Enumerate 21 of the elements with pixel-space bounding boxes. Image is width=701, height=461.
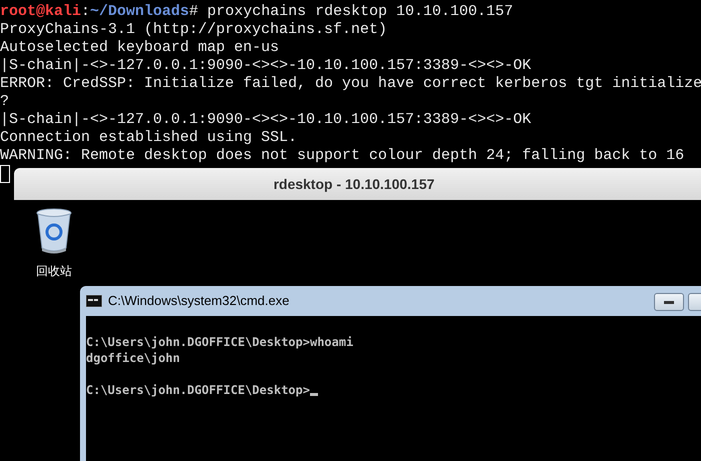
console-line: dgoffice\john xyxy=(86,350,180,366)
terminal-line: WARNING: Remote desktop does not support colour depth 24; falling back to 16 xyxy=(0,147,686,165)
desktop-icon-label: 回收站 xyxy=(36,263,72,280)
console-line: C:\Users\john.DGOFFICE\Desktop>whoami xyxy=(86,334,354,350)
minimize-icon xyxy=(664,300,674,304)
window-title: rdesktop - 10.10.100.157 xyxy=(273,174,435,194)
cmd-window-title: C:\Windows\system32\cmd.exe xyxy=(108,292,290,310)
minimize-button[interactable] xyxy=(654,293,684,311)
terminal-line: ProxyChains-3.1 (http://proxychains.sf.net) xyxy=(0,21,388,39)
terminal-line: |S-chain|-<>-127.0.0.1:9090-<><>-10.10.100.157:3389-<><>-OK xyxy=(0,57,532,75)
prompt-line: root@kali:~/Downloads# proxychains rdesktop 10.10.100.157 xyxy=(0,3,514,21)
terminal-line: ERROR: CredSSP: Initialize failed, do you have correct kerberos tgt initialize xyxy=(0,75,701,93)
terminal-line: Autoselected keyboard map en-us xyxy=(0,39,280,57)
console-cursor xyxy=(310,393,318,396)
console-line: C:\Users\john.DGOFFICE\Desktop> xyxy=(86,382,310,398)
console-icon xyxy=(86,295,102,307)
terminal-line: |S-chain|-<>-127.0.0.1:9090-<><>-10.10.100.157:3389-<><>-OK xyxy=(0,111,532,129)
terminal-line: Connection established using SSL. xyxy=(0,129,298,147)
recycle-bin-icon[interactable] xyxy=(35,208,73,254)
terminal-cursor xyxy=(0,165,10,183)
terminal-line: ? xyxy=(0,93,10,111)
